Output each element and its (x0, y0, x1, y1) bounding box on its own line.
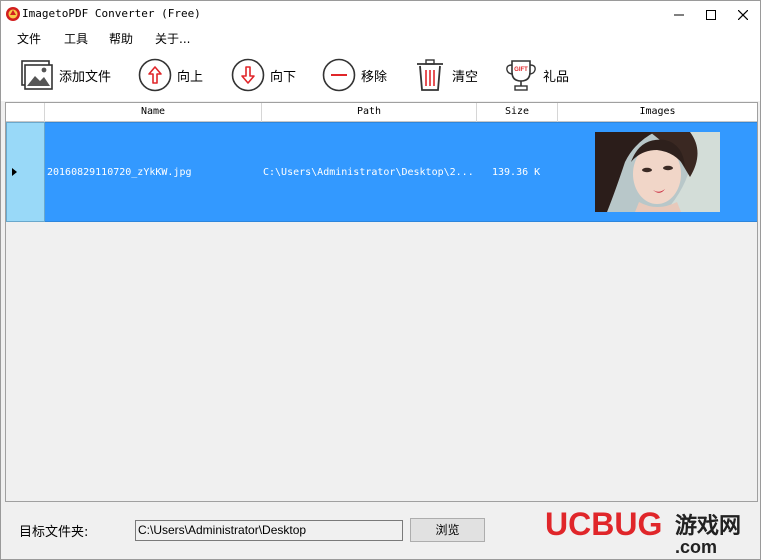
app-logo-icon (6, 7, 20, 21)
menu-about[interactable]: 关于... (155, 30, 190, 47)
cell-name: 20160829110720_zYkKW.jpg (47, 167, 192, 178)
window-title: ImagetoPDF Converter (Free) (22, 7, 201, 20)
move-up-label: 向上 (177, 69, 204, 85)
gift-button[interactable]: GIFT 礼品 (503, 55, 569, 95)
close-button[interactable] (727, 1, 759, 29)
menu-bar: 文件 工具 帮助 关于... (1, 29, 760, 49)
move-down-label: 向下 (270, 69, 297, 85)
menu-tools[interactable]: 工具 (64, 30, 88, 47)
move-up-button[interactable]: 向上 (137, 55, 203, 95)
file-grid[interactable]: Name Path Size Images 20160829110720_zYk… (5, 102, 758, 502)
column-header-path[interactable]: Path (262, 103, 477, 122)
browse-button[interactable]: 浏览 (410, 518, 485, 542)
watermark-logo: UCBUG 游戏网 .com (545, 506, 741, 557)
remove-button[interactable]: 移除 (321, 55, 387, 95)
maximize-button[interactable] (695, 1, 727, 29)
gift-trophy-icon: GIFT (506, 60, 536, 91)
gift-label: 礼品 (543, 69, 570, 85)
table-row[interactable]: 20160829110720_zYkKW.jpg C:\Users\Admini… (6, 122, 757, 222)
menu-help[interactable]: 帮助 (109, 30, 133, 47)
toolbar: 添加文件 向上 向下 移除 清空 GIFT 礼品 (1, 49, 760, 101)
cell-path: C:\Users\Administrator\Desktop\2... (263, 167, 474, 178)
close-icon (738, 10, 748, 20)
clear-button[interactable]: 清空 (412, 55, 478, 95)
menu-file[interactable]: 文件 (17, 30, 41, 47)
minus-circle-icon (322, 58, 356, 92)
title-bar[interactable]: ImagetoPDF Converter (Free) (1, 1, 760, 29)
image-thumbnail (595, 132, 720, 212)
arrow-up-circle-icon (138, 58, 172, 92)
minimize-button[interactable] (663, 1, 695, 29)
maximize-icon (706, 10, 716, 20)
watermark-main-text: UCBUG (545, 506, 662, 542)
grid-header: Name Path Size Images (6, 103, 757, 122)
clear-label: 清空 (452, 69, 479, 85)
column-header-name[interactable]: Name (45, 103, 262, 122)
minimize-icon (674, 14, 684, 16)
watermark-dot-text: .com (675, 537, 717, 557)
header-corner (6, 103, 45, 122)
current-row-arrow-icon (12, 168, 17, 176)
column-header-images[interactable]: Images (558, 103, 757, 122)
move-down-button[interactable]: 向下 (230, 55, 296, 95)
row-body-selected[interactable]: 20160829110720_zYkKW.jpg C:\Users\Admini… (45, 122, 757, 222)
add-file-label: 添加文件 (59, 69, 112, 85)
app-window: ImagetoPDF Converter (Free) 文件 工具 帮助 关于.… (0, 0, 761, 560)
target-folder-field[interactable]: C:\Users\Administrator\Desktop (135, 520, 403, 541)
remove-label: 移除 (361, 69, 388, 85)
trash-icon (417, 59, 443, 91)
column-header-size[interactable]: Size (477, 103, 558, 122)
row-header[interactable] (6, 122, 45, 222)
cell-size: 139.36 K (492, 167, 541, 178)
add-image-icon (21, 60, 53, 90)
add-file-button[interactable]: 添加文件 (19, 55, 111, 95)
target-folder-label: 目标文件夹: (19, 525, 89, 540)
gift-badge-text: GIFT (514, 67, 528, 73)
arrow-down-circle-icon (231, 58, 265, 92)
watermark-cn-text: 游戏网 (675, 513, 741, 539)
